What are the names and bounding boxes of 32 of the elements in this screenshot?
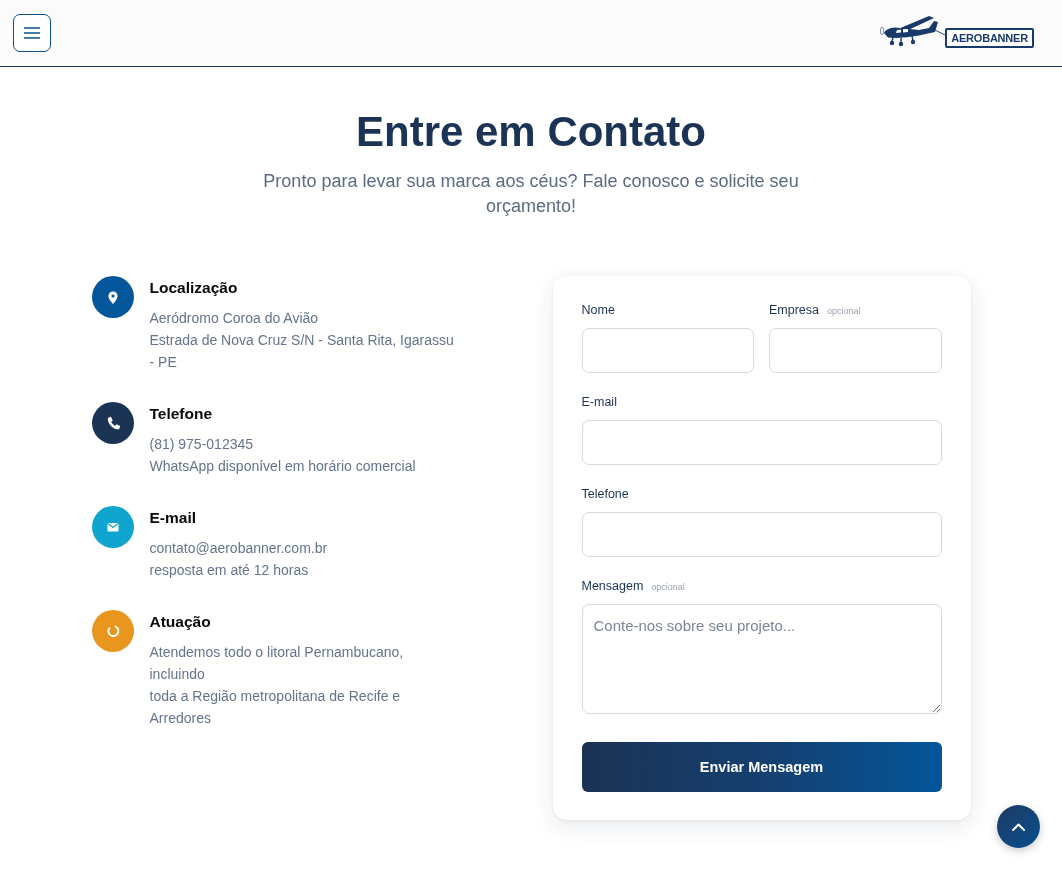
menu-button[interactable] xyxy=(13,13,51,52)
field-label: Nome xyxy=(581,302,615,319)
info-title: Atuação xyxy=(149,612,212,632)
menu-icon xyxy=(24,26,40,39)
optional-note: opcional xyxy=(827,305,861,318)
optional-note: opcional xyxy=(651,581,685,594)
info-title: E-mail xyxy=(149,508,197,528)
info-title: Telefone xyxy=(149,404,214,424)
info-text: WhatsApp disponível em horário comercial xyxy=(149,457,417,476)
input-field[interactable] xyxy=(581,512,942,557)
input-field[interactable] xyxy=(581,328,754,373)
field-label: Empresa xyxy=(769,302,820,319)
info-text: Aeródromo Coroa do Avião xyxy=(149,309,320,328)
field-label: Mensagem xyxy=(581,578,644,595)
section-subtitle: Pronto para levar sua marca aos céus? Fale conosco e solicite seu orçamento! xyxy=(262,170,800,218)
info-text: toda a Região metropolitana de Recife e Arredores xyxy=(149,687,402,728)
info-text: contato@aerobanner.com.br xyxy=(149,539,329,558)
info-text: resposta em até 12 horas xyxy=(149,561,310,580)
input-field[interactable] xyxy=(581,420,942,465)
field-label: Telefone xyxy=(581,486,629,503)
airplane-icon xyxy=(879,13,946,48)
info-text: (81) 975-012345 xyxy=(149,435,255,454)
input-field[interactable] xyxy=(769,328,942,373)
scroll-to-top-button[interactable] xyxy=(997,805,1040,848)
chevron-up-icon xyxy=(1012,822,1025,831)
submit-button[interactable]: Enviar Mensagem xyxy=(581,742,942,792)
section-title: Entre em Contato xyxy=(356,107,706,157)
info-title: Localização xyxy=(149,278,239,298)
info-text: Estrada de Nova Cruz S/N - Santa Rita, Igarassu - PE xyxy=(149,331,455,372)
field-label: E-mail xyxy=(581,394,617,411)
logo-banner: AEROBANNER xyxy=(945,27,1034,48)
message-field[interactable]: Conte-nos sobre seu projeto... xyxy=(581,604,942,714)
